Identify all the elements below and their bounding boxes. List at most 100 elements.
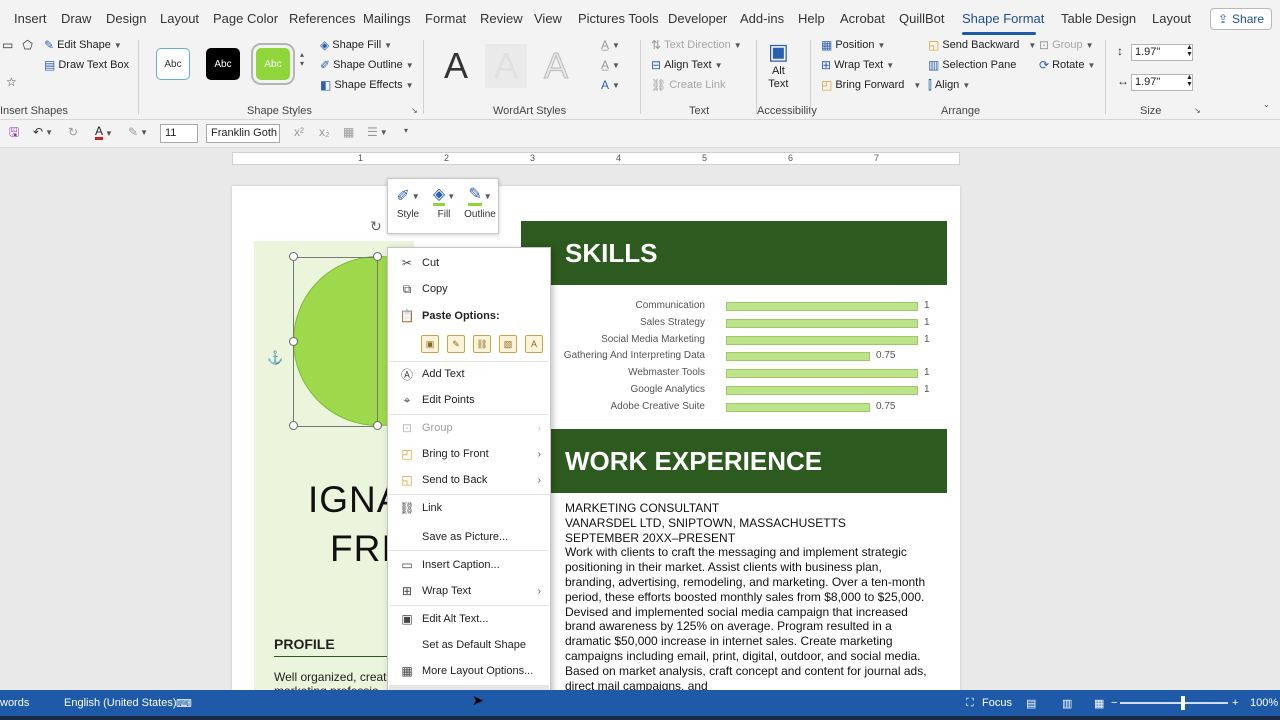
- subscript-button[interactable]: x₂: [319, 126, 330, 138]
- shape-styles-scroll[interactable]: ▴ ▾: [300, 50, 304, 68]
- redo-button[interactable]: ↻: [68, 126, 78, 138]
- font-color-button[interactable]: A ▼: [95, 125, 113, 140]
- resize-handle[interactable]: [289, 337, 298, 346]
- undo-button[interactable]: ↶ ▼: [33, 126, 53, 138]
- tab-page-color[interactable]: Page Color: [213, 11, 278, 26]
- shape-style-black[interactable]: Abc: [206, 48, 240, 80]
- width-spinner[interactable]: ▲ ▼: [1186, 74, 1193, 88]
- group-button[interactable]: ⊡ Group ▼: [1039, 39, 1094, 51]
- align-text-button[interactable]: ⊟ Align Text ▼: [651, 59, 722, 71]
- bring-forward-button[interactable]: ◰ Bring Forward ▼: [821, 79, 921, 91]
- tab-shape-format[interactable]: Shape Format: [962, 11, 1044, 26]
- web-layout-icon[interactable]: ▦: [1094, 697, 1104, 710]
- selection-pane-button[interactable]: ▥ Selection Pane: [928, 59, 1016, 71]
- resize-handle[interactable]: [289, 421, 298, 430]
- rotate-handle-icon[interactable]: ↻: [370, 218, 382, 235]
- shape-outline-button[interactable]: ✐ Shape Outline ▼: [320, 59, 414, 71]
- tab-layout[interactable]: Layout: [1152, 11, 1191, 26]
- paste-linked-icon[interactable]: ⛓: [473, 335, 491, 353]
- tab-table-design[interactable]: Table Design: [1061, 11, 1136, 26]
- size-launcher[interactable]: ↘: [1194, 106, 1201, 115]
- share-button[interactable]: ⇪ Share: [1210, 8, 1272, 30]
- resize-handle[interactable]: [289, 252, 298, 261]
- shape-width-input[interactable]: 1.97": [1131, 74, 1193, 91]
- wrap-text-button[interactable]: ⊞ Wrap Text ▼: [821, 59, 894, 71]
- tab-references[interactable]: References: [289, 11, 355, 26]
- text-fill-button[interactable]: A̲ ▼: [601, 39, 620, 51]
- paste-merge-icon[interactable]: ✎: [447, 335, 465, 353]
- menu-item-link[interactable]: ⛓ Link: [389, 496, 549, 520]
- superscript-button[interactable]: x²: [294, 126, 304, 138]
- text-direction-button[interactable]: ⇅ Text Direction ▼: [651, 39, 742, 51]
- position-button[interactable]: ▦ Position ▼: [821, 39, 885, 51]
- tab-draw[interactable]: Draw: [61, 11, 91, 26]
- focus-mode-label[interactable]: Focus: [982, 697, 1012, 709]
- paste-text-only-icon[interactable]: A: [525, 335, 543, 353]
- accessibility-check-icon[interactable]: ⌨: [176, 697, 192, 710]
- zoom-slider[interactable]: [1120, 702, 1228, 704]
- menu-item-wrap-text[interactable]: ⊞ Wrap Text ›: [389, 579, 549, 603]
- text-outline-button[interactable]: A̲ ▼: [601, 59, 620, 71]
- resize-handle[interactable]: [373, 252, 382, 261]
- wordart-style-outline[interactable]: A: [535, 44, 577, 88]
- tab-design[interactable]: Design: [106, 11, 146, 26]
- resize-handle[interactable]: [373, 421, 382, 430]
- draw-text-box-button[interactable]: ▤ Draw Text Box: [44, 59, 129, 71]
- read-mode-icon[interactable]: ▤: [1026, 697, 1036, 710]
- font-size-select[interactable]: 11: [160, 124, 198, 143]
- save-button[interactable]: 🖫: [9, 126, 19, 138]
- menu-item-send-to-back[interactable]: ◱ Send to Back ›: [389, 468, 549, 492]
- tab-developer[interactable]: Developer: [668, 11, 727, 26]
- tab-acrobat[interactable]: Acrobat: [840, 11, 885, 26]
- zoom-in-button[interactable]: +: [1232, 697, 1238, 709]
- align-button[interactable]: ⫿ Align ▼: [928, 79, 970, 91]
- alt-text-button[interactable]: ▣ Alt Text: [768, 40, 789, 91]
- word-count[interactable]: words: [0, 697, 29, 709]
- customize-qat-button[interactable]: ▾: [404, 126, 408, 135]
- table-button[interactable]: ▦: [343, 126, 354, 138]
- wordart-style-dark[interactable]: A: [435, 44, 477, 88]
- shape-fill-button[interactable]: ◈ Shape Fill ▼: [320, 39, 392, 51]
- create-link-button[interactable]: ⛓ Create Link: [651, 79, 726, 91]
- font-name-select[interactable]: Franklin Goth: [206, 124, 280, 143]
- paste-picture-icon[interactable]: ▧: [499, 335, 517, 353]
- mini-style-button[interactable]: ✐ ▼ Style: [390, 183, 426, 231]
- shape-effects-button[interactable]: ◧ Shape Effects ▼: [320, 79, 414, 91]
- menu-item-edit-alt-text[interactable]: ▣ Edit Alt Text...: [389, 607, 549, 631]
- menu-item-insert-caption[interactable]: ▭ Insert Caption...: [389, 553, 549, 577]
- menu-item-save-as-picture[interactable]: Save as Picture...: [389, 525, 549, 549]
- zoom-slider-thumb[interactable]: [1181, 696, 1185, 710]
- tab-help[interactable]: Help: [798, 11, 825, 26]
- text-effects-button[interactable]: A ▼: [601, 79, 620, 91]
- focus-mode-icon[interactable]: ⛶: [966, 697, 974, 710]
- shape-height-input[interactable]: 1.97": [1131, 44, 1193, 61]
- wordart-style-light[interactable]: A: [485, 44, 527, 88]
- send-backward-button[interactable]: ◱ Send Backward ▼: [928, 39, 1036, 51]
- collapse-ribbon-button[interactable]: ⌄: [1263, 100, 1270, 109]
- height-spinner[interactable]: ▲ ▼: [1186, 44, 1193, 58]
- document-page[interactable]: ↻ ⚓ IGNA FRI PROFILE Well organized, cre…: [232, 186, 960, 696]
- menu-item-more-layout-options[interactable]: ▦ More Layout Options...: [389, 659, 549, 683]
- shape-styles-launcher[interactable]: ↘: [411, 106, 418, 115]
- menu-item-copy[interactable]: ⧉ Copy: [389, 277, 549, 301]
- mini-outline-button[interactable]: ✎ ▼ Outline: [462, 183, 498, 231]
- rotate-button[interactable]: ⟳ Rotate ▼: [1039, 59, 1095, 71]
- zoom-out-button[interactable]: −: [1111, 697, 1117, 709]
- bullets-button[interactable]: ☰ ▼: [367, 126, 388, 138]
- tab-add-ins[interactable]: Add-ins: [740, 11, 784, 26]
- menu-item-cut[interactable]: ✂ Cut: [389, 251, 549, 275]
- tab-mailings[interactable]: Mailings: [363, 11, 411, 26]
- highlight-button[interactable]: ✎ ▼: [128, 126, 148, 138]
- print-layout-icon[interactable]: ▥: [1062, 697, 1072, 710]
- menu-item-add-text[interactable]: Ⓐ Add Text: [389, 362, 549, 386]
- language-indicator[interactable]: English (United States): [64, 697, 177, 709]
- menu-item-set-default-shape[interactable]: Set as Default Shape: [389, 633, 549, 657]
- horizontal-ruler[interactable]: 1 2 3 4 5 6 7: [232, 152, 960, 165]
- tab-review[interactable]: Review: [480, 11, 523, 26]
- zoom-level[interactable]: 100%: [1250, 697, 1278, 709]
- tab-view[interactable]: View: [534, 11, 562, 26]
- shape-style-green[interactable]: Abc: [251, 43, 295, 85]
- edit-shape-button[interactable]: ✎ Edit Shape ▼: [44, 39, 122, 51]
- mini-fill-button[interactable]: ◈ ▼ Fill: [426, 183, 462, 231]
- tab-pictures-tools[interactable]: Pictures Tools: [578, 11, 659, 26]
